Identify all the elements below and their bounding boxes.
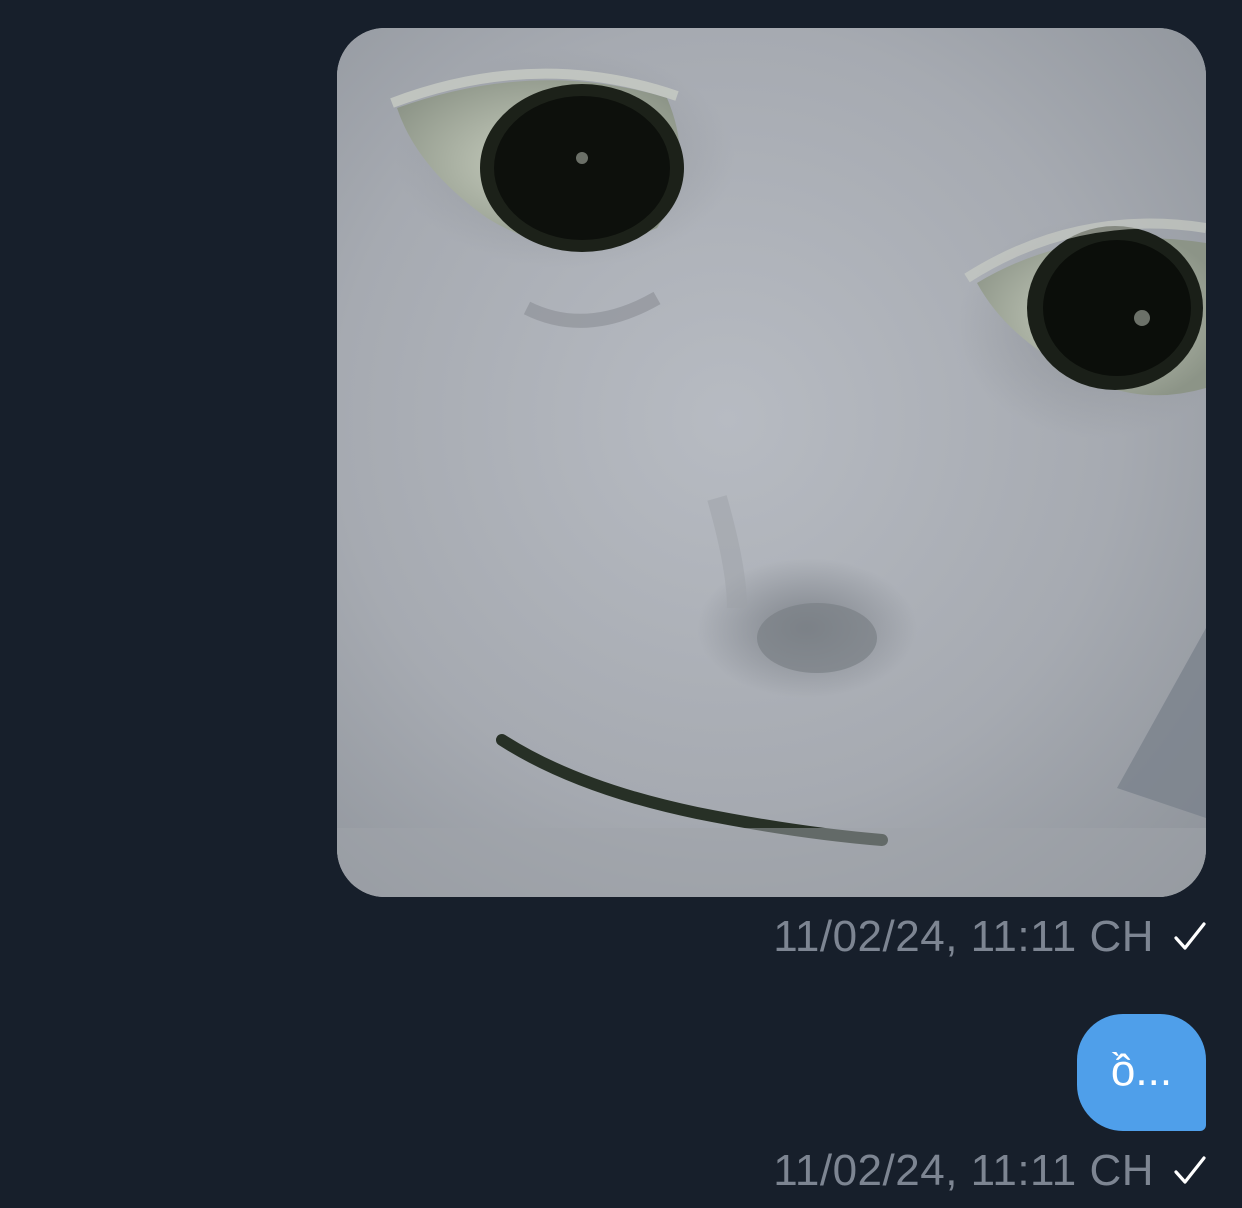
message-thread: 11/02/24, 11:11 CH ồ... 11/02/24, 11:11 …: [0, 0, 1242, 1208]
text-message-meta: 11/02/24, 11:11 CH: [773, 1146, 1208, 1196]
checkmark-icon: [1172, 1153, 1208, 1189]
image-message[interactable]: [337, 28, 1206, 897]
face-photo: [337, 28, 1206, 897]
checkmark-icon: [1172, 919, 1208, 955]
text-message-bubble[interactable]: ồ...: [1077, 1014, 1206, 1131]
message-text: ồ...: [1110, 1045, 1173, 1095]
image-message-meta: 11/02/24, 11:11 CH: [773, 912, 1208, 962]
timestamp: 11/02/24, 11:11 CH: [773, 912, 1154, 961]
timestamp: 11/02/24, 11:11 CH: [773, 1146, 1154, 1195]
